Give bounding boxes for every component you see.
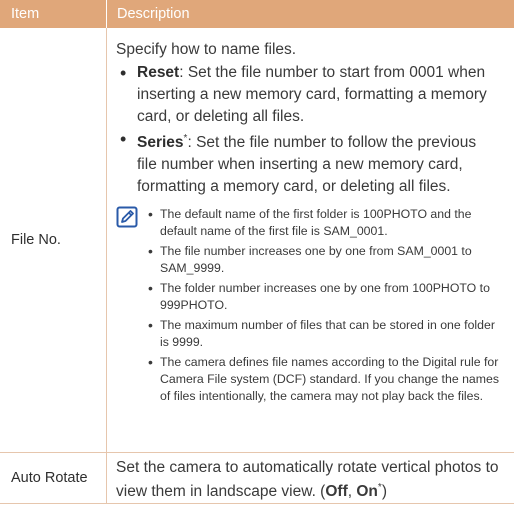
file-no-intro: Specify how to name files. (116, 41, 297, 58)
table-header: Item Description (0, 0, 514, 28)
description-file-no: Specify how to name files. Reset: Set th… (107, 28, 514, 452)
note-block: The default name of the first folder is … (116, 206, 500, 408)
note-list: The default name of the first folder is … (146, 206, 500, 408)
option-on: On (356, 483, 378, 501)
note-item: The default name of the first folder is … (146, 206, 500, 240)
table-row-auto-rotate: Auto Rotate Set the camera to automatica… (0, 453, 514, 504)
settings-table: Item Description File No. Specify how to… (0, 0, 514, 504)
option-off: Off (325, 483, 348, 501)
item-file-no: File No. (0, 28, 107, 452)
description-auto-rotate: Set the camera to automatically rotate v… (107, 453, 514, 503)
note-item: The camera defines file names according … (146, 354, 500, 405)
auto-rotate-desc: Set the camera to automatically rotate v… (116, 459, 499, 501)
option-series-term: Series (137, 134, 184, 152)
table-row-file-no: File No. Specify how to name files. Rese… (0, 28, 514, 453)
note-item: The file number increases one by one fro… (146, 243, 500, 277)
option-reset-term: Reset (137, 64, 180, 81)
file-no-options: Reset: Set the file number to start from… (116, 62, 500, 198)
header-description: Description (117, 6, 190, 22)
note-item: The folder number increases one by one f… (146, 280, 500, 314)
auto-rotate-close: ) (381, 483, 387, 501)
option-series: Series*: Set the file number to follow t… (116, 128, 500, 198)
item-auto-rotate: Auto Rotate (0, 453, 107, 503)
option-reset-desc: : Set the file number to start from 0001… (137, 64, 487, 125)
option-series-desc: : Set the file number to follow the prev… (137, 134, 477, 196)
option-reset: Reset: Set the file number to start from… (116, 62, 500, 128)
header-item: Item (0, 0, 107, 28)
note-item: The maximum number of files that can be … (146, 317, 500, 351)
note-pencil-icon (116, 206, 138, 228)
